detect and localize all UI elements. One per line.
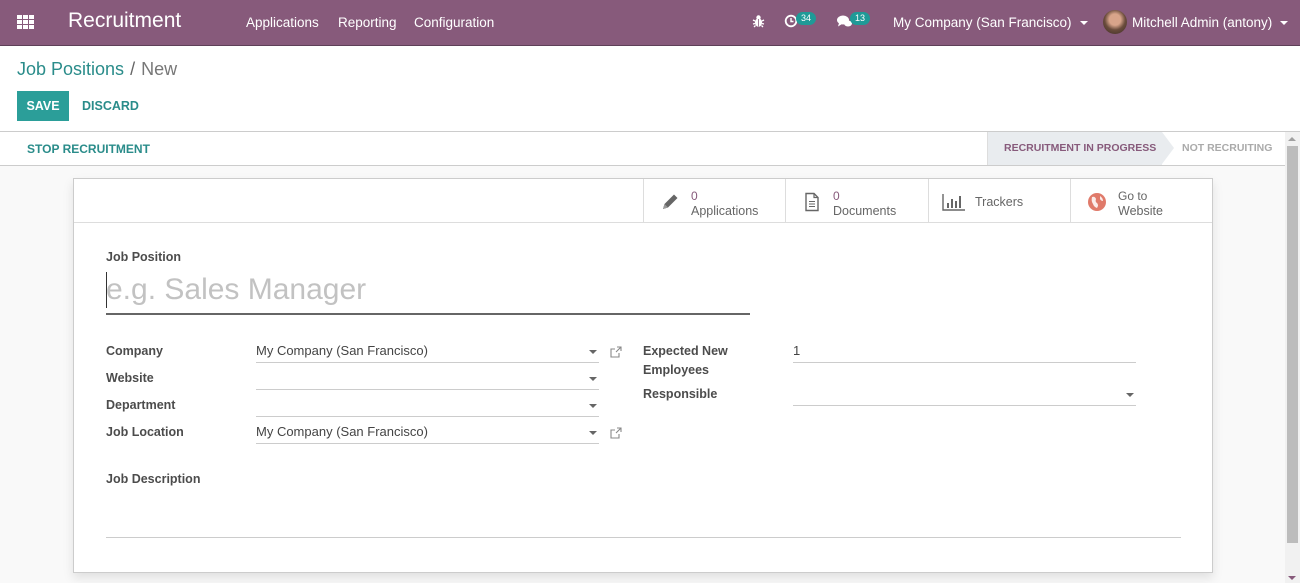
bar-chart-icon <box>942 194 965 211</box>
department-label: Department <box>106 398 176 412</box>
website-label: Website <box>1118 204 1163 218</box>
control-panel: Job Positions / New SAVE DISCARD <box>0 46 1300 132</box>
responsible-field[interactable] <box>793 384 1136 406</box>
form-sheet: 0 Applications 0 Documents Trackers Go t… <box>73 178 1213 573</box>
top-navbar: Recruitment Applications Reporting Confi… <box>0 0 1300 46</box>
company-name: My Company (San Francisco) <box>893 15 1072 30</box>
chevron-down-icon[interactable] <box>589 350 597 354</box>
documents-label: Documents <box>833 204 897 218</box>
trackers-label: Trackers <box>975 195 1024 209</box>
company-label: Company <box>106 344 163 358</box>
expected-new-employees-value: 1 <box>793 343 801 358</box>
document-icon <box>805 192 819 212</box>
company-switcher[interactable]: My Company (San Francisco) <box>893 15 1088 30</box>
stage-recruitment-in-progress[interactable]: RECRUITMENT IN PROGRESS <box>987 132 1174 165</box>
scroll-up-arrow-icon[interactable] <box>1288 137 1296 141</box>
job-location-field[interactable]: My Company (San Francisco) <box>256 422 599 444</box>
chevron-down-icon[interactable] <box>589 431 597 435</box>
external-link-icon[interactable] <box>610 346 622 358</box>
text-cursor <box>106 272 107 308</box>
company-value: My Company (San Francisco) <box>256 343 428 358</box>
job-description-label: Job Description <box>106 472 201 486</box>
scrollbar-thumb[interactable] <box>1287 146 1298 543</box>
job-description-underline <box>106 537 1181 538</box>
company-field[interactable]: My Company (San Francisco) <box>256 341 599 363</box>
save-button[interactable]: SAVE <box>17 91 69 121</box>
message-count-badge: 13 <box>850 12 871 25</box>
department-field[interactable] <box>256 395 599 417</box>
discard-button[interactable]: DISCARD <box>82 91 139 121</box>
chevron-down-icon <box>1079 21 1088 26</box>
user-avatar[interactable] <box>1103 10 1127 34</box>
menu-applications[interactable]: Applications <box>246 15 319 30</box>
user-menu[interactable]: Mitchell Admin (antony) <box>1132 15 1289 30</box>
menu-reporting[interactable]: Reporting <box>338 15 397 30</box>
documents-smart-button[interactable]: 0 Documents <box>785 179 928 223</box>
trackers-smart-button[interactable]: Trackers <box>928 179 1071 223</box>
job-position-label: Job Position <box>106 250 181 264</box>
user-name: Mitchell Admin (antony) <box>1132 15 1273 30</box>
scroll-down-arrow-icon[interactable] <box>1288 576 1296 580</box>
apps-menu-icon[interactable] <box>17 15 34 29</box>
job-position-input[interactable] <box>106 267 750 315</box>
chevron-down-icon[interactable] <box>589 377 597 381</box>
job-description-editor[interactable] <box>106 491 1181 537</box>
vertical-scrollbar[interactable] <box>1285 132 1300 583</box>
breadcrumb-separator: / <box>130 59 136 79</box>
job-location-label: Job Location <box>106 425 184 439</box>
breadcrumb-current: New <box>141 59 178 79</box>
responsible-label: Responsible <box>643 387 718 401</box>
pencil-icon <box>663 194 678 209</box>
expected-new-employees-label-line2: Employees <box>643 363 710 377</box>
applications-smart-button[interactable]: 0 Applications <box>643 179 786 223</box>
expected-new-employees-label-line1: Expected New <box>643 344 728 358</box>
activity-count-badge: 34 <box>796 12 817 25</box>
chevron-down-icon <box>1280 21 1289 26</box>
website-field[interactable] <box>256 368 599 390</box>
stage-not-recruiting[interactable]: NOT RECRUITING <box>1182 132 1272 165</box>
bug-icon[interactable] <box>752 14 765 31</box>
applications-label: Applications <box>691 204 759 218</box>
documents-count: 0 <box>833 189 840 203</box>
breadcrumb: Job Positions / New <box>17 59 177 80</box>
expected-new-employees-input[interactable]: 1 <box>793 341 1136 363</box>
status-bar: STOP RECRUITMENT RECRUITMENT IN PROGRESS… <box>0 132 1285 166</box>
smart-button-box: 0 Applications 0 Documents Trackers Go t… <box>74 179 1212 223</box>
go-to-label: Go to <box>1118 189 1148 203</box>
breadcrumb-job-positions[interactable]: Job Positions <box>17 59 124 79</box>
chevron-down-icon[interactable] <box>1126 393 1134 397</box>
applications-count: 0 <box>691 189 698 203</box>
app-title: Recruitment <box>68 9 182 32</box>
job-location-value: My Company (San Francisco) <box>256 424 428 439</box>
chevron-down-icon[interactable] <box>589 404 597 408</box>
website-label: Website <box>106 371 154 385</box>
menu-configuration[interactable]: Configuration <box>414 15 494 30</box>
go-to-website-smart-button[interactable]: Go to Website <box>1070 179 1213 223</box>
stop-recruitment-button[interactable]: STOP RECRUITMENT <box>27 142 150 156</box>
external-link-icon[interactable] <box>610 427 622 439</box>
globe-icon <box>1088 193 1106 211</box>
